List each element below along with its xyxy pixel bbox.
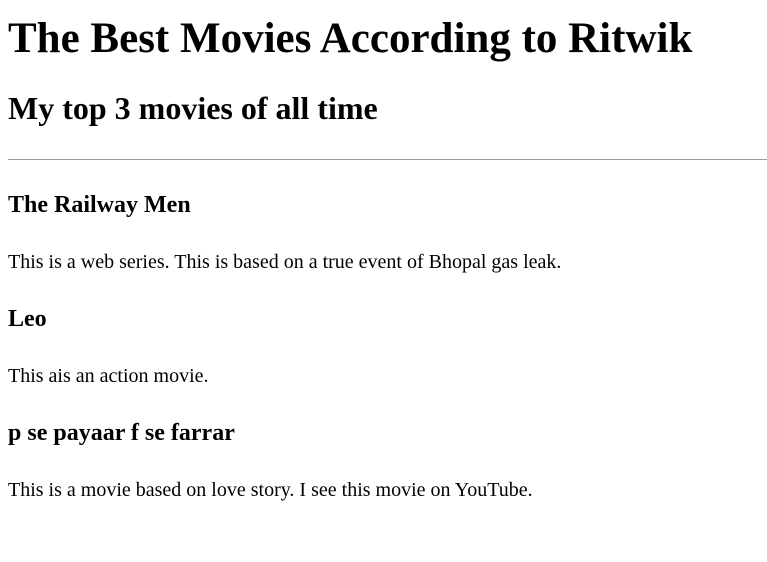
movie-title: p se payaar f se farrar — [8, 420, 235, 446]
movie-title: Leo — [8, 306, 47, 332]
movie-entry: Leo This ais an action movie. — [8, 305, 767, 388]
page-subtitle: My top 3 movies of all time — [8, 90, 378, 126]
movie-description: This ais an action movie. — [8, 365, 209, 387]
movie-entry: The Railway Men This is a web series. Th… — [8, 191, 767, 274]
movie-list: The Railway Men This is a web series. Th… — [8, 191, 767, 502]
movie-entry: p se payaar f se farrar This is a movie … — [8, 419, 767, 502]
page-title: The Best Movies According to Ritwik — [8, 15, 693, 62]
page: The Best Movies According to Ritwik My t… — [0, 13, 767, 502]
divider — [8, 159, 767, 160]
movie-description: This is a movie based on love story. I s… — [8, 479, 533, 501]
movie-title: The Railway Men — [8, 192, 191, 218]
movie-description: This is a web series. This is based on a… — [8, 251, 562, 273]
